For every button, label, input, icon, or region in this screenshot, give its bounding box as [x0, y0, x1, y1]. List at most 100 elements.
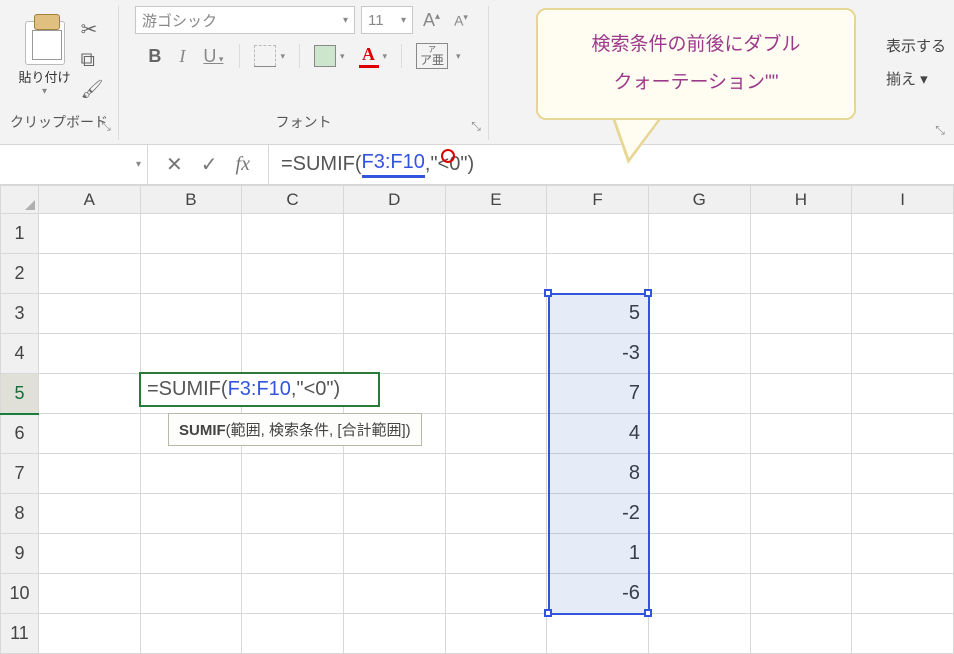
cell-E11[interactable]	[445, 614, 547, 654]
cell-A10[interactable]	[38, 574, 140, 614]
cell-H3[interactable]	[750, 294, 852, 334]
cell-C7[interactable]	[242, 454, 344, 494]
clipboard-launcher[interactable]: ⤡	[98, 118, 114, 134]
font-name-dropdown[interactable]: 游ゴシック▾	[135, 6, 355, 34]
cell-C10[interactable]	[242, 574, 344, 614]
cell-I3[interactable]	[852, 294, 954, 334]
cell-H6[interactable]	[750, 414, 852, 454]
cell-B11[interactable]	[140, 614, 242, 654]
cell-H4[interactable]	[750, 334, 852, 374]
cell-I4[interactable]	[852, 334, 954, 374]
row-header-2[interactable]: 2	[1, 254, 39, 294]
cell-C8[interactable]	[242, 494, 344, 534]
fx-button[interactable]: fx	[236, 153, 250, 176]
row-header-1[interactable]: 1	[1, 214, 39, 254]
cell-A9[interactable]	[38, 534, 140, 574]
cell-I6[interactable]	[852, 414, 954, 454]
cell-G3[interactable]	[648, 294, 750, 334]
row-header-3[interactable]: 3	[1, 294, 39, 334]
cell-A6[interactable]	[38, 414, 140, 454]
column-header-B[interactable]: B	[140, 186, 242, 214]
phonetic-button[interactable]: アア亜	[416, 43, 448, 69]
cell-A1[interactable]	[38, 214, 140, 254]
column-header-C[interactable]: C	[242, 186, 344, 214]
cell-D7[interactable]	[343, 454, 445, 494]
cell-F9[interactable]: 1	[547, 534, 649, 574]
cell-G2[interactable]	[648, 254, 750, 294]
cell-I9[interactable]	[852, 534, 954, 574]
cell-A2[interactable]	[38, 254, 140, 294]
cell-B2[interactable]	[140, 254, 242, 294]
column-header-F[interactable]: F	[547, 186, 649, 214]
cell-D10[interactable]	[343, 574, 445, 614]
cell-C2[interactable]	[242, 254, 344, 294]
cell-E8[interactable]	[445, 494, 547, 534]
cell-E4[interactable]	[445, 334, 547, 374]
cell-G11[interactable]	[648, 614, 750, 654]
column-header-D[interactable]: D	[343, 186, 445, 214]
cell-A4[interactable]	[38, 334, 140, 374]
font-color-button[interactable]: A	[359, 44, 379, 68]
cell-A8[interactable]	[38, 494, 140, 534]
cell-A3[interactable]	[38, 294, 140, 334]
font-size-dropdown[interactable]: 11▾	[361, 6, 413, 34]
cell-E9[interactable]	[445, 534, 547, 574]
cell-A5[interactable]	[38, 374, 140, 414]
cancel-formula-button[interactable]: ✕	[166, 152, 183, 177]
cell-G4[interactable]	[648, 334, 750, 374]
cell-B3[interactable]	[140, 294, 242, 334]
cell-I8[interactable]	[852, 494, 954, 534]
border-button[interactable]	[254, 45, 276, 67]
bold-button[interactable]: B	[146, 46, 163, 67]
decrease-font-icon[interactable]: A▾	[450, 12, 472, 29]
cell-C3[interactable]	[242, 294, 344, 334]
row-header-6[interactable]: 6	[1, 414, 39, 454]
row-header-10[interactable]: 10	[1, 574, 39, 614]
cell-E1[interactable]	[445, 214, 547, 254]
range-handle[interactable]	[544, 289, 552, 297]
copy-icon[interactable]: ⧉	[81, 50, 104, 70]
font-launcher[interactable]: ⤡	[468, 118, 484, 134]
spreadsheet-grid[interactable]: ABCDEFGHI12354-35764788-29110-611 =SUMIF…	[0, 185, 954, 654]
cell-H9[interactable]	[750, 534, 852, 574]
column-header-A[interactable]: A	[38, 186, 140, 214]
cell-A11[interactable]	[38, 614, 140, 654]
cell-H7[interactable]	[750, 454, 852, 494]
cell-D2[interactable]	[343, 254, 445, 294]
cell-D3[interactable]	[343, 294, 445, 334]
cell-I1[interactable]	[852, 214, 954, 254]
row-header-5[interactable]: 5	[1, 374, 39, 414]
cell-F11[interactable]	[547, 614, 649, 654]
row-header-8[interactable]: 8	[1, 494, 39, 534]
cell-F7[interactable]: 8	[547, 454, 649, 494]
cell-G1[interactable]	[648, 214, 750, 254]
chevron-down-icon[interactable]: ▾	[136, 159, 141, 170]
column-header-H[interactable]: H	[750, 186, 852, 214]
cell-D9[interactable]	[343, 534, 445, 574]
cell-C11[interactable]	[242, 614, 344, 654]
row-header-4[interactable]: 4	[1, 334, 39, 374]
cell-D1[interactable]	[343, 214, 445, 254]
cell-D8[interactable]	[343, 494, 445, 534]
column-header-E[interactable]: E	[445, 186, 547, 214]
cell-C9[interactable]	[242, 534, 344, 574]
cell-F4[interactable]: -3	[547, 334, 649, 374]
select-all-corner[interactable]	[1, 186, 39, 214]
increase-font-icon[interactable]: A▴	[419, 10, 444, 31]
cell-H5[interactable]	[750, 374, 852, 414]
cell-B7[interactable]	[140, 454, 242, 494]
cell-F6[interactable]: 4	[547, 414, 649, 454]
cell-D11[interactable]	[343, 614, 445, 654]
cell-H1[interactable]	[750, 214, 852, 254]
cell-E2[interactable]	[445, 254, 547, 294]
cell-F10[interactable]: -6	[547, 574, 649, 614]
range-handle[interactable]	[644, 609, 652, 617]
range-handle[interactable]	[644, 289, 652, 297]
fill-color-button[interactable]	[314, 45, 336, 67]
cell-I11[interactable]	[852, 614, 954, 654]
alignment-launcher[interactable]: ⤡	[932, 122, 948, 138]
cell-E6[interactable]	[445, 414, 547, 454]
cell-F3[interactable]: 5	[547, 294, 649, 334]
cell-G6[interactable]	[648, 414, 750, 454]
editing-cell[interactable]: =SUMIF(F3:F10,"<0")	[139, 372, 380, 407]
